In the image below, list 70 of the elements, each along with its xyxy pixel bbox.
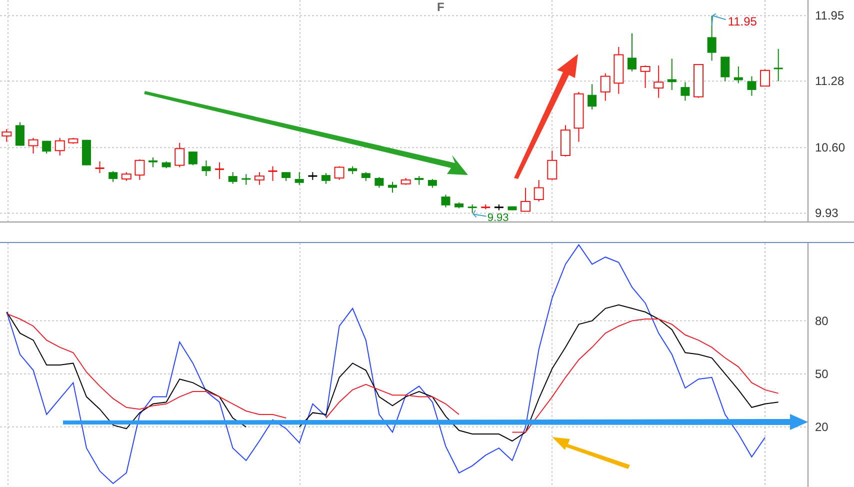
candlestick [534,179,544,202]
candlestick [215,162,224,180]
candlestick [121,172,132,182]
candlestick [282,172,291,182]
leader-line [711,13,726,26]
candlestick [174,142,185,168]
candlestick [162,160,171,169]
candlestick [134,158,145,180]
candlestick [148,156,158,168]
candlestick [707,15,716,62]
candlestick [334,166,344,180]
candlestick [628,32,636,72]
candlestick [720,56,730,82]
y-axis-tick-label: 11.28 [815,74,844,88]
candlestick [614,46,624,94]
candlestick [108,170,118,182]
candlestick [400,178,411,186]
candlestick [42,140,52,154]
candlestick [15,122,24,146]
candlestick [308,172,318,180]
candlestick [481,204,490,210]
candlestick [68,137,78,144]
candlestick [414,176,424,186]
candlestick [54,137,65,156]
candlestick [254,172,264,186]
candlestick [747,76,756,96]
candlestick [228,172,238,184]
candlestick [321,172,330,184]
candlestick [640,65,650,89]
candlestick [454,202,464,209]
candlestick [588,84,597,110]
candlestick [600,72,610,102]
y-axis-tick-label: 80 [815,314,828,328]
candlestick [734,66,743,84]
high-price-label: 11.95 [728,14,757,29]
candlestick [428,178,437,188]
low-price-label: 9.93 [487,212,509,224]
candlestick [654,65,664,98]
candlestick [468,204,477,214]
candlestick [560,124,570,157]
y-axis-tick-label: 9.93 [815,206,838,220]
candlestick [694,64,704,98]
y-axis-tick-label: 50 [815,366,828,381]
candlestick [361,172,370,182]
y-axis-tick-label: 11.95 [815,8,844,23]
candlestick [202,160,211,177]
candlestick [760,68,770,87]
candlestick [268,166,278,182]
candlestick [388,181,397,194]
candlestick [82,139,91,166]
y-axis-tick-label: 20 [815,420,828,434]
candlestick [494,204,504,211]
leader-line [472,210,487,218]
candlestick [28,137,38,154]
candlestick [667,58,676,90]
candlestick [294,172,304,186]
y-axis-tick-label: 10.60 [815,140,846,155]
candlestick [242,174,251,186]
candlestick [774,48,783,82]
chart-title: F [437,0,444,14]
candlestick [680,82,690,102]
candlestick [348,166,358,175]
candlestick [547,150,558,180]
candlestick [188,151,198,166]
candlestick [95,160,104,174]
candlestick [508,206,517,211]
candlestick [574,91,584,142]
candlestick [520,187,531,212]
candlestick [374,176,384,188]
candlestick [441,194,450,208]
